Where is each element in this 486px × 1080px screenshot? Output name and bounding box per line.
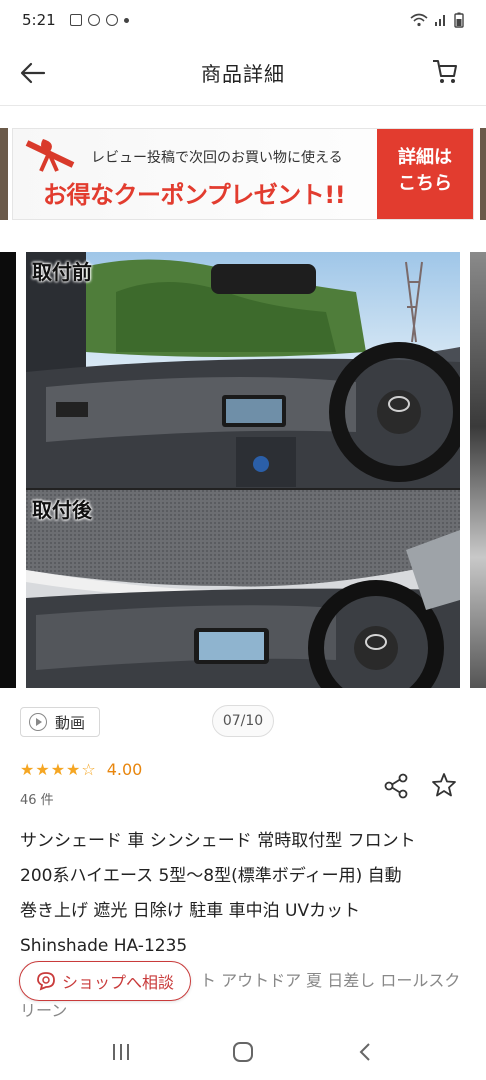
rating-row[interactable]: ★★★★☆ 4.00: [20, 760, 142, 779]
star-rating-icon: ★★★★☆: [20, 760, 97, 779]
cart-icon[interactable]: [430, 56, 460, 86]
back-chevron-icon: [359, 1043, 370, 1061]
banner-next-edge: [480, 128, 486, 220]
image-icon: [69, 14, 82, 26]
shop-consult-button[interactable]: ショップへ相談: [19, 961, 191, 1001]
system-nav-bar: [0, 1024, 486, 1080]
consult-label: ショップへ相談: [61, 973, 174, 992]
page-title: 商品詳細: [201, 62, 285, 86]
rating-value: 4.00: [106, 760, 143, 779]
home-button[interactable]: [223, 1032, 263, 1072]
before-label: 取付前: [32, 260, 92, 284]
back-button[interactable]: [345, 1032, 385, 1072]
home-icon: [233, 1042, 253, 1062]
back-arrow-icon[interactable]: [18, 58, 48, 88]
banner-line1: レビュー投稿で次回のお買い物に使える: [91, 150, 343, 166]
status-time: 5:21: [22, 11, 56, 29]
image-counter: 07/10: [212, 705, 274, 737]
coupon-banner[interactable]: レビュー投稿で次回のお買い物に使える お得なクーポンプレゼント!! 詳細は こち…: [12, 128, 474, 220]
banner-cta-line2: こちら: [398, 173, 452, 194]
after-label: 取付後: [32, 498, 92, 522]
status-bar: 5:21: [0, 0, 486, 40]
app-header: 商品詳細: [0, 40, 486, 106]
recent-apps-icon: [113, 1044, 129, 1060]
banner-prev-edge: [0, 128, 8, 220]
play-icon: [29, 713, 47, 731]
video-label: 動画: [55, 713, 86, 732]
product-title-line: 巻き上げ 遮光 日除け 駐車 車中泊 UVカット: [20, 901, 361, 921]
share-icon[interactable]: [382, 772, 410, 800]
banner-details-button[interactable]: 詳細は こちら: [377, 129, 473, 219]
notification-icon: [87, 14, 100, 26]
product-image-carousel[interactable]: 取付前 取付後: [26, 252, 460, 688]
gallery-next-edge: [470, 252, 486, 688]
chrome-icon: [105, 14, 118, 26]
product-title-line: サンシェード 車 シンシェード 常時取付型 フロント: [20, 831, 416, 851]
video-button[interactable]: 動画: [20, 707, 100, 737]
battery-icon: [454, 12, 464, 28]
banner-line2: お得なクーポンプレゼント!!: [43, 181, 346, 209]
chat-icon: [37, 972, 55, 991]
signal-icon: [435, 15, 445, 26]
after-install-image: 取付後: [26, 490, 460, 688]
ribbon-icon: [25, 139, 75, 172]
product-title: サンシェード 車 シンシェード 常時取付型 フロント 200系ハイエース 5型～…: [20, 824, 470, 964]
product-title-line: Shinshade HA-1235: [20, 936, 188, 956]
banner-cta-line1: 詳細は: [398, 147, 452, 168]
review-count[interactable]: 46 件: [20, 789, 54, 808]
product-title-line: 200系ハイエース 5型～8型(標準ボディー用) 自動: [20, 866, 402, 886]
favorite-star-icon[interactable]: [430, 771, 458, 799]
gallery-prev-edge: [0, 252, 16, 688]
wifi-icon: [410, 13, 428, 27]
recent-apps-button[interactable]: [101, 1032, 141, 1072]
before-install-image: 取付前: [26, 252, 460, 488]
dot-icon: [123, 17, 129, 23]
